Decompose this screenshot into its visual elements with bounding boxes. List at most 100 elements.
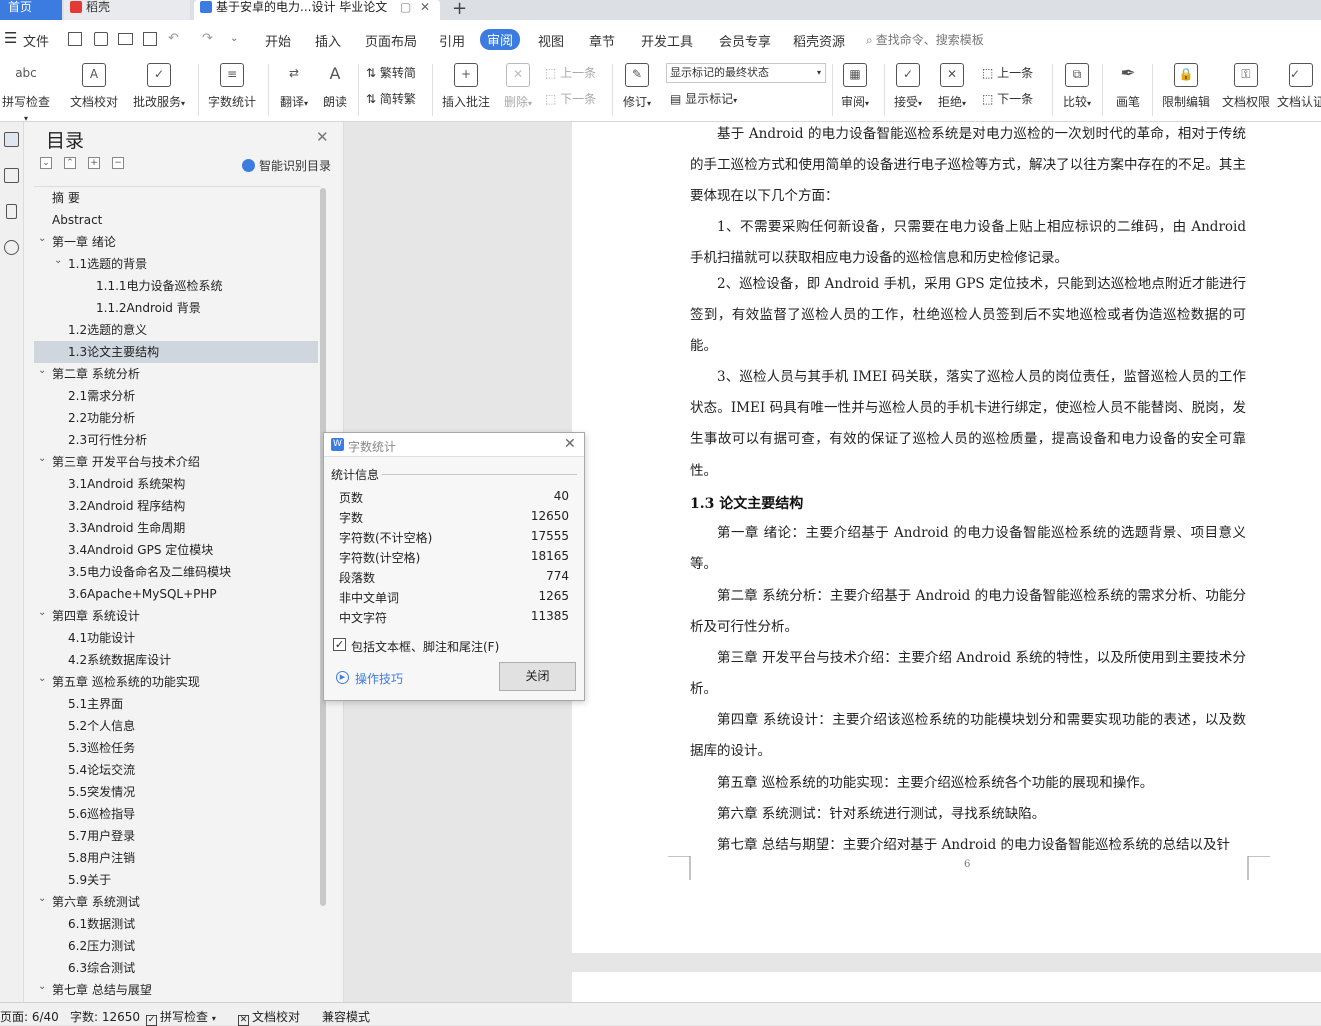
menu-start[interactable]: 开始 (265, 31, 291, 50)
toc-panel-icon[interactable] (4, 132, 19, 147)
find-icon[interactable] (4, 240, 19, 255)
toc-item[interactable]: 5.7用户登录 (34, 825, 318, 847)
menu-reference[interactable]: 引用 (439, 31, 465, 50)
toc-item[interactable]: 2.3可行性分析 (34, 429, 318, 451)
expand-up-icon[interactable]: ⌃ (64, 157, 76, 169)
remove-heading-icon[interactable]: − (112, 157, 124, 169)
toc-item[interactable]: 6.3综合测试 (34, 957, 318, 979)
toc-item[interactable]: 1.3论文主要结构 (34, 341, 318, 363)
reject-button[interactable]: ✕ 拒绝▾ (934, 63, 970, 110)
word-count-button[interactable]: ≡ 字数统计 (204, 63, 260, 110)
toc-item[interactable]: 5.5突发情况 (34, 781, 318, 803)
save-icon[interactable] (68, 32, 82, 46)
toc-item[interactable]: Abstract (34, 209, 318, 231)
play-icon[interactable]: ▶ (336, 671, 349, 684)
restrict-edit-button[interactable]: 🔒 限制编辑 (1158, 63, 1214, 110)
toc-item[interactable]: 3.3Android 生命周期 (34, 517, 318, 539)
quick-access-dropdown-icon[interactable]: ⌄ (230, 33, 238, 44)
show-markup-button[interactable]: ▤ 显示标记▾ (670, 90, 737, 107)
track-changes-button[interactable]: ✎ 修订▾ (618, 63, 656, 110)
toc-item[interactable]: 4.1功能设计 (34, 627, 318, 649)
page-indicator[interactable]: 页面: 6/40 (0, 1008, 59, 1025)
prev-comment-button[interactable]: ⬚ 上一条 (545, 64, 596, 81)
toc-item[interactable]: 2.1需求分析 (34, 385, 318, 407)
menu-view[interactable]: 视图 (538, 31, 564, 50)
tips-link[interactable]: 操作技巧 (355, 670, 403, 687)
markup-view-select[interactable]: 显示标记的最终状态 ▾ (666, 63, 826, 83)
undo-icon[interactable]: ↶ (168, 31, 179, 46)
toc-item[interactable]: 3.1Android 系统架构 (34, 473, 318, 495)
menu-insert[interactable]: 插入 (315, 31, 341, 50)
menu-member[interactable]: 会员专享 (719, 31, 771, 50)
toc-item[interactable]: 5.6巡检指导 (34, 803, 318, 825)
doc-proof-button[interactable]: A 文档校对 (68, 63, 120, 110)
doc-permission-button[interactable]: ⚿ 文档权限 (1218, 63, 1274, 110)
toc-item[interactable]: 2.2功能分析 (34, 407, 318, 429)
toc-item[interactable]: 3.5电力设备命名及二维码模块 (34, 561, 318, 583)
smart-toc-button[interactable]: 智能识别目录 (242, 157, 331, 174)
toc-item[interactable]: 1.2选题的意义 (34, 319, 318, 341)
print-preview-icon[interactable] (143, 32, 157, 46)
doc-proof-status[interactable]: ✕ 文档校对 (238, 1008, 300, 1026)
chevron-down-icon[interactable]: ⌄ (38, 228, 46, 250)
close-tab-icon[interactable]: ✕ (420, 0, 430, 14)
chevron-down-icon[interactable]: ⌄ (38, 976, 46, 998)
export-pdf-icon[interactable] (94, 32, 108, 46)
chevron-down-icon[interactable]: ⌄ (38, 888, 46, 910)
menu-review[interactable]: 审阅 (480, 29, 521, 50)
chapter-nav-icon[interactable] (4, 168, 19, 183)
chevron-down-icon[interactable]: ⌄ (38, 360, 46, 382)
next-change-button[interactable]: ⬚ 下一条 (982, 90, 1033, 107)
doc-cert-button[interactable]: ✓ 文档认证 (1277, 63, 1321, 110)
trad-to-simp-button[interactable]: ⇅ 繁转简 (366, 64, 416, 81)
ink-button[interactable]: ✒ 画笔 (1108, 63, 1148, 110)
hamburger-icon[interactable]: ☰ (4, 29, 17, 47)
dialog-titlebar[interactable]: W 字数统计 ✕ (324, 433, 584, 457)
menu-daoke-resources[interactable]: 稻壳资源 (793, 31, 845, 50)
menu-developer[interactable]: 开发工具 (641, 31, 693, 50)
add-heading-icon[interactable]: + (88, 157, 100, 169)
menu-page-layout[interactable]: 页面布局 (365, 31, 417, 50)
dialog-close-icon[interactable]: ✕ (564, 436, 576, 452)
revise-service-button[interactable]: ✓ 批改服务▾ (128, 63, 190, 110)
compare-button[interactable]: ⧉ 比较▾ (1058, 63, 1096, 110)
chevron-down-icon[interactable]: ⌄ (38, 602, 46, 624)
chevron-down-icon[interactable]: ⌄ (54, 250, 62, 272)
toc-item[interactable]: 3.2Android 程序结构 (34, 495, 318, 517)
toc-close-icon[interactable]: ✕ (316, 128, 329, 146)
toc-item[interactable]: ⌄ 第三章 开发平台与技术介绍 (34, 451, 318, 473)
close-button[interactable]: 关闭 (499, 662, 576, 691)
prev-change-button[interactable]: ⬚ 上一条 (982, 64, 1033, 81)
redo-icon[interactable]: ↷ (202, 31, 213, 46)
document-page[interactable]: 基于 Android 的电力设备智能巡检系统是对电力巡检的一次划时代的革命，相对… (572, 122, 1321, 953)
toc-item[interactable]: ⌄ 第七章 总结与展望 (34, 979, 318, 1001)
menu-chapter[interactable]: 章节 (589, 31, 615, 50)
bookmark-icon[interactable] (6, 204, 17, 219)
tab-daoke[interactable]: 稻壳 (64, 0, 190, 20)
menu-file[interactable]: 文件 (23, 31, 49, 50)
window-restore-icon[interactable]: ▢ (400, 0, 411, 14)
toc-item[interactable]: 3.4Android GPS 定位模块 (34, 539, 318, 561)
toc-item[interactable]: 6.1数据测试 (34, 913, 318, 935)
toc-item[interactable]: ⌄ 第四章 系统设计 (34, 605, 318, 627)
toc-item[interactable]: 6.2压力测试 (34, 935, 318, 957)
document-next-page[interactable] (572, 972, 1321, 1002)
review-pane-button[interactable]: ▦ 审阅▾ (836, 63, 874, 110)
simp-to-trad-button[interactable]: ⇅ 简转繁 (366, 90, 416, 107)
spell-check-button[interactable]: abc 拼写检查▾ (0, 63, 52, 124)
read-aloud-button[interactable]: A 朗读 (318, 63, 352, 110)
toc-item[interactable]: 3.6Apache+MySQL+PHP (34, 583, 318, 605)
toc-item[interactable]: ⌄ 第六章 系统测试 (34, 891, 318, 913)
toc-item[interactable]: 5.3巡检任务 (34, 737, 318, 759)
toc-item[interactable]: 5.2个人信息 (34, 715, 318, 737)
tab-home[interactable]: 首页 (0, 0, 62, 20)
toc-item[interactable]: 5.9关于 (34, 869, 318, 891)
toc-item[interactable]: ⌄ 第一章 绪论 (34, 231, 318, 253)
collapse-all-icon[interactable]: ⌄ (40, 157, 52, 169)
print-icon[interactable] (118, 33, 133, 45)
toc-item[interactable]: 5.4论坛交流 (34, 759, 318, 781)
toc-item[interactable]: 1.1.2Android 背景 (34, 297, 318, 319)
include-textbox-label[interactable]: 包括文本框、脚注和尾注(F) (351, 638, 499, 655)
chevron-down-icon[interactable]: ⌄ (38, 668, 46, 690)
toc-item[interactable]: 5.8用户注销 (34, 847, 318, 869)
